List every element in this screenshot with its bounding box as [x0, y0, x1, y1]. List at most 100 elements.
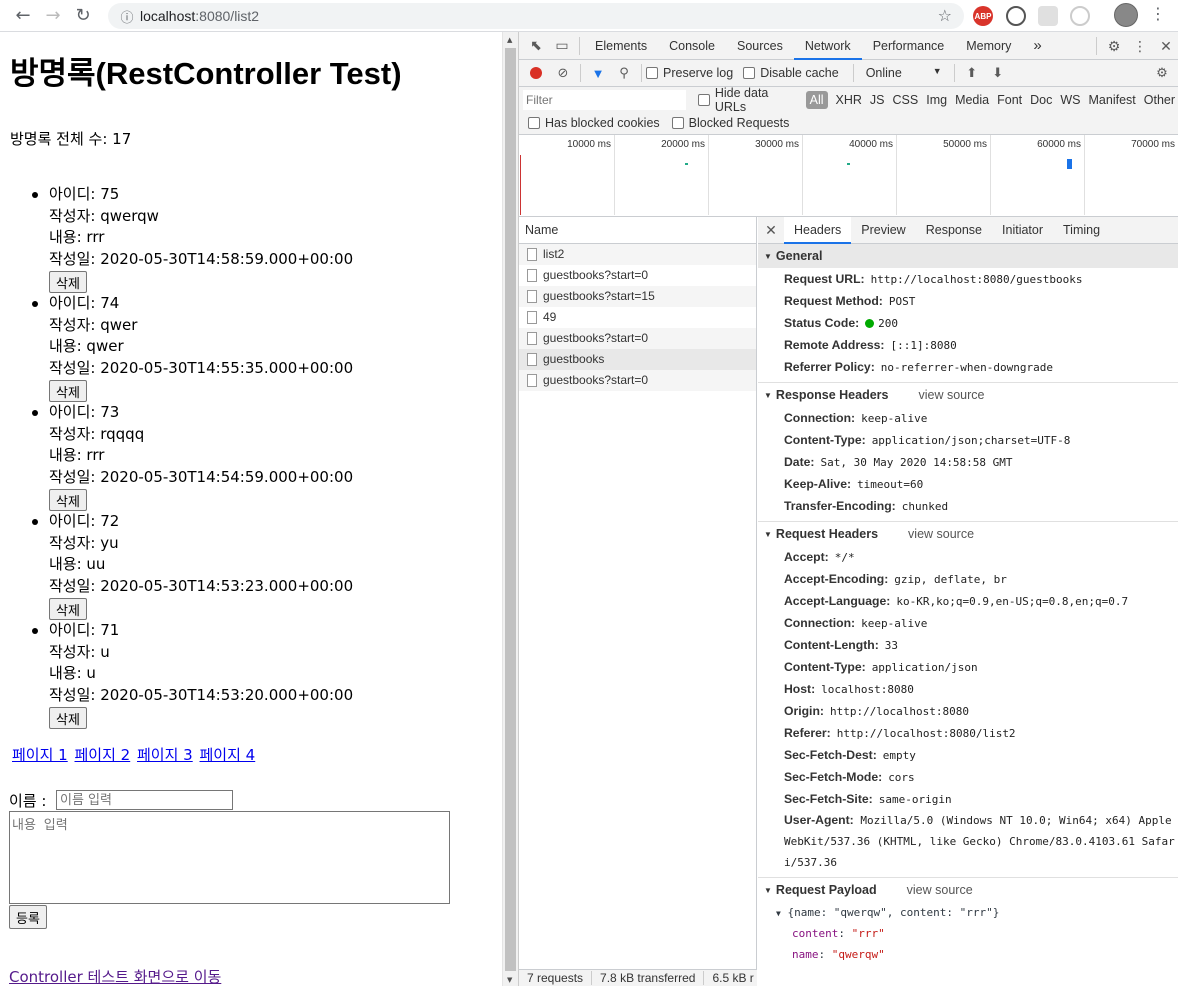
request-row[interactable]: guestbooks?start=15: [519, 286, 756, 307]
request-row[interactable]: 49: [519, 307, 756, 328]
page-link-1[interactable]: 페이지 1: [12, 746, 68, 764]
adblock-extension-icon[interactable]: ABP: [973, 6, 993, 26]
extension-icon[interactable]: [1006, 6, 1026, 26]
preserve-log-label: Preserve log: [663, 66, 734, 80]
entry-content: 내용: rrr: [49, 446, 105, 464]
view-source-link[interactable]: view source: [907, 883, 973, 897]
clear-icon[interactable]: ⊘: [550, 65, 576, 81]
view-source-link[interactable]: view source: [908, 527, 974, 541]
request-row[interactable]: guestbooks?start=0: [519, 328, 756, 349]
type-filter-xhr[interactable]: XHR: [832, 93, 866, 107]
tab-memory[interactable]: Memory: [955, 32, 1022, 60]
type-filter-ws[interactable]: WS: [1056, 93, 1084, 107]
header-value: application/json: [872, 661, 978, 674]
tab-network[interactable]: Network: [793, 32, 862, 60]
status-item: 7.8 kB transferred: [592, 971, 705, 985]
type-filter-all[interactable]: All: [805, 90, 828, 109]
inspect-element-icon[interactable]: ⬉: [523, 37, 549, 54]
more-menu-icon[interactable]: ⋮: [1150, 4, 1166, 23]
more-tabs-icon[interactable]: »: [1022, 32, 1052, 60]
scrollbar-thumb[interactable]: [505, 48, 516, 971]
close-icon[interactable]: ✕: [758, 222, 784, 239]
submit-button[interactable]: 등록: [9, 905, 47, 929]
record-icon[interactable]: [530, 67, 542, 79]
type-filter-other[interactable]: Other: [1140, 93, 1178, 107]
request-row[interactable]: guestbooks?start=0: [519, 370, 756, 391]
blocked-cookies-checkbox[interactable]: [528, 117, 540, 129]
type-filter-manifest[interactable]: Manifest: [1085, 93, 1140, 107]
request-headers-section-title[interactable]: ▼ Request Headers view source: [758, 522, 1178, 546]
device-toolbar-icon[interactable]: ▭: [549, 37, 575, 54]
type-filter-doc[interactable]: Doc: [1026, 93, 1056, 107]
delete-button[interactable]: 삭제: [49, 707, 87, 729]
type-filter-css[interactable]: CSS: [889, 93, 923, 107]
extension-icon[interactable]: [1070, 6, 1090, 26]
reload-icon[interactable]: ↻: [68, 1, 98, 31]
request-row[interactable]: guestbooks?start=0: [519, 265, 756, 286]
tab-response[interactable]: Response: [916, 217, 992, 244]
general-section-title[interactable]: ▼ General: [758, 244, 1178, 268]
network-status-bar: 7 requests 7.8 kB transferred 6.5 kB r: [519, 969, 757, 986]
disable-cache-checkbox[interactable]: [743, 67, 756, 79]
tab-performance[interactable]: Performance: [862, 32, 956, 60]
filter-input[interactable]: [523, 89, 687, 110]
name-input[interactable]: [56, 790, 233, 810]
scroll-down-icon[interactable]: ▼: [507, 976, 512, 984]
preserve-log-checkbox[interactable]: [646, 67, 658, 79]
export-har-icon[interactable]: ⬇: [985, 65, 1011, 81]
filter-icon[interactable]: ▼: [585, 66, 611, 81]
settings-gear-icon[interactable]: ⚙: [1101, 38, 1127, 55]
import-har-icon[interactable]: ⬆: [959, 65, 985, 81]
search-icon[interactable]: ⚲: [611, 65, 637, 81]
page-link-2[interactable]: 페이지 2: [75, 746, 131, 764]
network-overview-timeline[interactable]: 10000 ms 20000 ms 30000 ms 40000 ms 50000 ms…: [519, 135, 1178, 217]
delete-button[interactable]: 삭제: [49, 380, 87, 402]
controller-test-link[interactable]: Controller 테스트 화면으로 이동: [9, 966, 221, 986]
throttle-select[interactable]: Online ▼: [866, 66, 942, 80]
tab-timing[interactable]: Timing: [1053, 217, 1110, 244]
tab-elements[interactable]: Elements: [584, 32, 658, 60]
name-column-header[interactable]: Name: [519, 217, 756, 244]
tab-initiator[interactable]: Initiator: [992, 217, 1053, 244]
type-filter-media[interactable]: Media: [951, 93, 993, 107]
payload-summary-row[interactable]: ▼ {name: "qwerqw", content: "rrr"}: [758, 902, 1178, 923]
request-rows: list2 guestbooks?start=0 guestbooks?start=…: [519, 244, 756, 391]
type-filter-js[interactable]: JS: [866, 93, 889, 107]
delete-button[interactable]: 삭제: [49, 598, 87, 620]
tab-preview[interactable]: Preview: [851, 217, 915, 244]
back-icon[interactable]: ←: [8, 1, 38, 31]
devtools-controls: ⚙ ⋮ ✕: [1092, 32, 1178, 60]
request-row[interactable]: guestbooks: [519, 349, 756, 370]
response-headers-section-title[interactable]: ▼ Response Headers view source: [758, 383, 1178, 407]
header-key: Sec-Fetch-Dest:: [784, 748, 877, 762]
close-devtools-icon[interactable]: ✕: [1153, 38, 1178, 55]
devtools-menu-icon[interactable]: ⋮: [1127, 38, 1153, 55]
network-settings-gear-icon[interactable]: ⚙: [1149, 65, 1175, 81]
delete-button[interactable]: 삭제: [49, 489, 87, 511]
bookmark-star-icon[interactable]: ☆: [938, 6, 952, 25]
tab-headers[interactable]: Headers: [784, 217, 852, 244]
tab-sources[interactable]: Sources: [726, 32, 794, 60]
request-name: guestbooks?start=0: [543, 331, 649, 345]
extension-icon[interactable]: [1038, 6, 1058, 26]
page-scrollbar[interactable]: ▲ ▼: [502, 32, 518, 986]
request-row[interactable]: list2: [519, 244, 756, 265]
view-source-link[interactable]: view source: [918, 388, 984, 402]
content-textarea[interactable]: [9, 811, 450, 904]
forward-icon[interactable]: →: [38, 1, 68, 31]
request-payload-section-title[interactable]: ▼ Request Payload view source: [758, 878, 1178, 902]
page-link-4[interactable]: 페이지 4: [200, 746, 256, 764]
list-item: 아이디: 74 작성자: qwer 내용: qwer 작성일: 2020-05-30T…: [10, 293, 490, 402]
tab-console[interactable]: Console: [658, 32, 726, 60]
list-item: 아이디: 73 작성자: rqqqq 내용: rrr 작성일: 2020-05-30T…: [10, 402, 490, 511]
scroll-up-icon[interactable]: ▲: [507, 36, 512, 44]
delete-button[interactable]: 삭제: [49, 271, 87, 293]
type-filter-font[interactable]: Font: [993, 93, 1026, 107]
address-bar[interactable]: ⓘ localhost:8080/list2 ☆: [108, 3, 964, 29]
hide-data-urls-checkbox[interactable]: [698, 93, 710, 106]
type-filter-img[interactable]: Img: [922, 93, 951, 107]
info-icon[interactable]: ⓘ: [114, 7, 140, 26]
profile-avatar[interactable]: [1114, 3, 1138, 27]
page-link-3[interactable]: 페이지 3: [137, 746, 193, 764]
blocked-requests-checkbox[interactable]: [671, 117, 684, 129]
